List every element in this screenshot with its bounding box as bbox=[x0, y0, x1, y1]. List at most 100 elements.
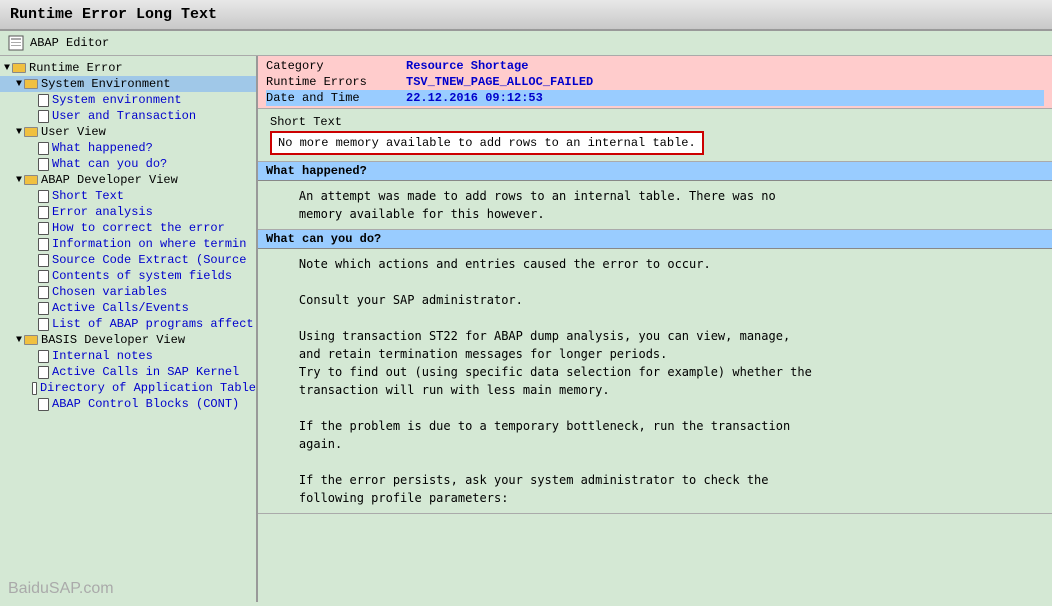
sidebar-label-active-calls-events: Active Calls/Events bbox=[52, 301, 189, 315]
doc-icon-active-calls-events bbox=[38, 302, 49, 315]
tree-arrow-basis-developer-view-group: ▼ bbox=[16, 335, 22, 346]
info-rows: CategoryResource ShortageRuntime ErrorsT… bbox=[258, 56, 1052, 109]
sidebar-item-short-text[interactable]: Short Text bbox=[0, 188, 256, 204]
sidebar-label-system-environment-group: System Environment bbox=[41, 77, 171, 91]
sidebar-item-contents-system-fields[interactable]: Contents of system fields bbox=[0, 268, 256, 284]
sidebar-item-user-view-group[interactable]: ▼ User View bbox=[0, 124, 256, 140]
sidebar-label-active-calls-sap-kernel: Active Calls in SAP Kernel bbox=[52, 365, 239, 379]
title-bar: Runtime Error Long Text bbox=[0, 0, 1052, 31]
sidebar-label-abap-developer-view-group: ABAP Developer View bbox=[41, 173, 178, 187]
sidebar-item-error-analysis[interactable]: Error analysis bbox=[0, 204, 256, 220]
doc-icon-source-code-extract bbox=[38, 254, 49, 267]
sidebar-item-chosen-variables[interactable]: Chosen variables bbox=[0, 284, 256, 300]
sidebar-label-directory-application-table: Directory of Application Table bbox=[40, 381, 256, 395]
sidebar-item-active-calls-sap-kernel[interactable]: Active Calls in SAP Kernel bbox=[0, 364, 256, 380]
sidebar-label-user-view-group: User View bbox=[41, 125, 106, 139]
toolbar-icon bbox=[8, 35, 24, 51]
sidebar-label-information-on-where: Information on where termin bbox=[52, 237, 246, 251]
what-can-you-do-text: Note which actions and entries caused th… bbox=[270, 255, 1040, 507]
sidebar-item-system-environment-group[interactable]: ▼ System Environment bbox=[0, 76, 256, 92]
tree-arrow-abap-developer-view-group: ▼ bbox=[16, 175, 22, 186]
sidebar-item-system-environment[interactable]: System environment bbox=[0, 92, 256, 108]
content-area: CategoryResource ShortageRuntime ErrorsT… bbox=[258, 56, 1052, 602]
sidebar-tree[interactable]: ▼ Runtime Error▼ System EnvironmentSyste… bbox=[0, 56, 258, 602]
folder-icon-runtime-error bbox=[12, 63, 26, 73]
sidebar-item-active-calls-events[interactable]: Active Calls/Events bbox=[0, 300, 256, 316]
sidebar-label-list-abap-programs: List of ABAP programs affect bbox=[52, 317, 254, 331]
doc-icon-user-and-transaction bbox=[38, 110, 49, 123]
tree-arrow-user-view-group: ▼ bbox=[16, 127, 22, 138]
doc-icon-system-environment bbox=[38, 94, 49, 107]
doc-icon-what-can-you-do bbox=[38, 158, 49, 171]
sidebar-item-internal-notes[interactable]: Internal notes bbox=[0, 348, 256, 364]
info-row: Date and Time22.12.2016 09:12:53 bbox=[266, 90, 1044, 106]
sidebar-label-what-can-you-do: What can you do? bbox=[52, 157, 167, 171]
doc-icon-list-abap-programs bbox=[38, 318, 49, 331]
sidebar-item-source-code-extract[interactable]: Source Code Extract (Source bbox=[0, 252, 256, 268]
short-text-label: Short Text bbox=[270, 115, 1040, 129]
short-text-section: Short Text No more memory available to a… bbox=[258, 109, 1052, 162]
folder-icon-basis-developer-view-group bbox=[24, 335, 38, 345]
info-value: TSV_TNEW_PAGE_ALLOC_FAILED bbox=[406, 75, 593, 89]
info-key: Date and Time bbox=[266, 91, 406, 105]
doc-icon-chosen-variables bbox=[38, 286, 49, 299]
info-key: Runtime Errors bbox=[266, 75, 406, 89]
sidebar-label-internal-notes: Internal notes bbox=[52, 349, 153, 363]
doc-icon-internal-notes bbox=[38, 350, 49, 363]
sidebar-label-what-happened: What happened? bbox=[52, 141, 153, 155]
info-row: Runtime ErrorsTSV_TNEW_PAGE_ALLOC_FAILED bbox=[266, 74, 1044, 90]
doc-icon-how-to-correct bbox=[38, 222, 49, 235]
what-happened-section: What happened? An attempt was made to ad… bbox=[258, 162, 1052, 230]
sidebar-label-how-to-correct: How to correct the error bbox=[52, 221, 225, 235]
info-row: CategoryResource Shortage bbox=[266, 58, 1044, 74]
what-can-you-do-header: What can you do? bbox=[258, 230, 1052, 249]
info-value: Resource Shortage bbox=[406, 59, 528, 73]
doc-icon-what-happened bbox=[38, 142, 49, 155]
what-can-you-do-content: Note which actions and entries caused th… bbox=[258, 249, 1052, 514]
sidebar-item-information-on-where[interactable]: Information on where termin bbox=[0, 236, 256, 252]
sidebar-item-what-happened[interactable]: What happened? bbox=[0, 140, 256, 156]
doc-icon-contents-system-fields bbox=[38, 270, 49, 283]
sidebar-item-directory-application-table[interactable]: Directory of Application Table bbox=[0, 380, 256, 396]
sidebar-label-source-code-extract: Source Code Extract (Source bbox=[52, 253, 246, 267]
sidebar-item-list-abap-programs[interactable]: List of ABAP programs affect bbox=[0, 316, 256, 332]
tree-arrow-system-environment-group: ▼ bbox=[16, 79, 22, 90]
what-happened-text: An attempt was made to add rows to an in… bbox=[270, 187, 1040, 223]
sidebar-item-abap-control-blocks[interactable]: ABAP Control Blocks (CONT) bbox=[0, 396, 256, 412]
doc-icon-short-text bbox=[38, 190, 49, 203]
sidebar-label-error-analysis: Error analysis bbox=[52, 205, 153, 219]
short-text-value: No more memory available to add rows to … bbox=[270, 131, 704, 155]
folder-icon-system-environment-group bbox=[24, 79, 38, 89]
doc-icon-directory-application-table bbox=[32, 382, 37, 395]
sidebar-item-how-to-correct[interactable]: How to correct the error bbox=[0, 220, 256, 236]
toolbar-label: ABAP Editor bbox=[30, 36, 109, 50]
info-key: Category bbox=[266, 59, 406, 73]
sidebar-label-abap-control-blocks: ABAP Control Blocks (CONT) bbox=[52, 397, 239, 411]
sidebar-label-short-text: Short Text bbox=[52, 189, 124, 203]
sidebar-label-contents-system-fields: Contents of system fields bbox=[52, 269, 232, 283]
sidebar-item-what-can-you-do[interactable]: What can you do? bbox=[0, 156, 256, 172]
what-can-you-do-section: What can you do? Note which actions and … bbox=[258, 230, 1052, 514]
what-happened-header: What happened? bbox=[258, 162, 1052, 181]
sidebar-label-basis-developer-view-group: BASIS Developer View bbox=[41, 333, 185, 347]
doc-icon-abap-control-blocks bbox=[38, 398, 49, 411]
sidebar-item-runtime-error[interactable]: ▼ Runtime Error bbox=[0, 60, 256, 76]
sidebar-label-runtime-error: Runtime Error bbox=[29, 61, 123, 75]
sidebar-item-abap-developer-view-group[interactable]: ▼ ABAP Developer View bbox=[0, 172, 256, 188]
sidebar-item-user-and-transaction[interactable]: User and Transaction bbox=[0, 108, 256, 124]
sidebar-label-chosen-variables: Chosen variables bbox=[52, 285, 167, 299]
page-title: Runtime Error Long Text bbox=[10, 6, 217, 23]
sidebar-label-user-and-transaction: User and Transaction bbox=[52, 109, 196, 123]
watermark: BaiduSAP.com bbox=[8, 580, 114, 598]
folder-icon-user-view-group bbox=[24, 127, 38, 137]
doc-icon-active-calls-sap-kernel bbox=[38, 366, 49, 379]
tree-arrow-runtime-error: ▼ bbox=[4, 63, 10, 74]
what-happened-content: An attempt was made to add rows to an in… bbox=[258, 181, 1052, 230]
toolbar: ABAP Editor bbox=[0, 31, 1052, 56]
sidebar-label-system-environment: System environment bbox=[52, 93, 182, 107]
doc-icon-error-analysis bbox=[38, 206, 49, 219]
doc-icon-information-on-where bbox=[38, 238, 49, 251]
folder-icon-abap-developer-view-group bbox=[24, 175, 38, 185]
sidebar-item-basis-developer-view-group[interactable]: ▼ BASIS Developer View bbox=[0, 332, 256, 348]
info-value: 22.12.2016 09:12:53 bbox=[406, 91, 543, 105]
